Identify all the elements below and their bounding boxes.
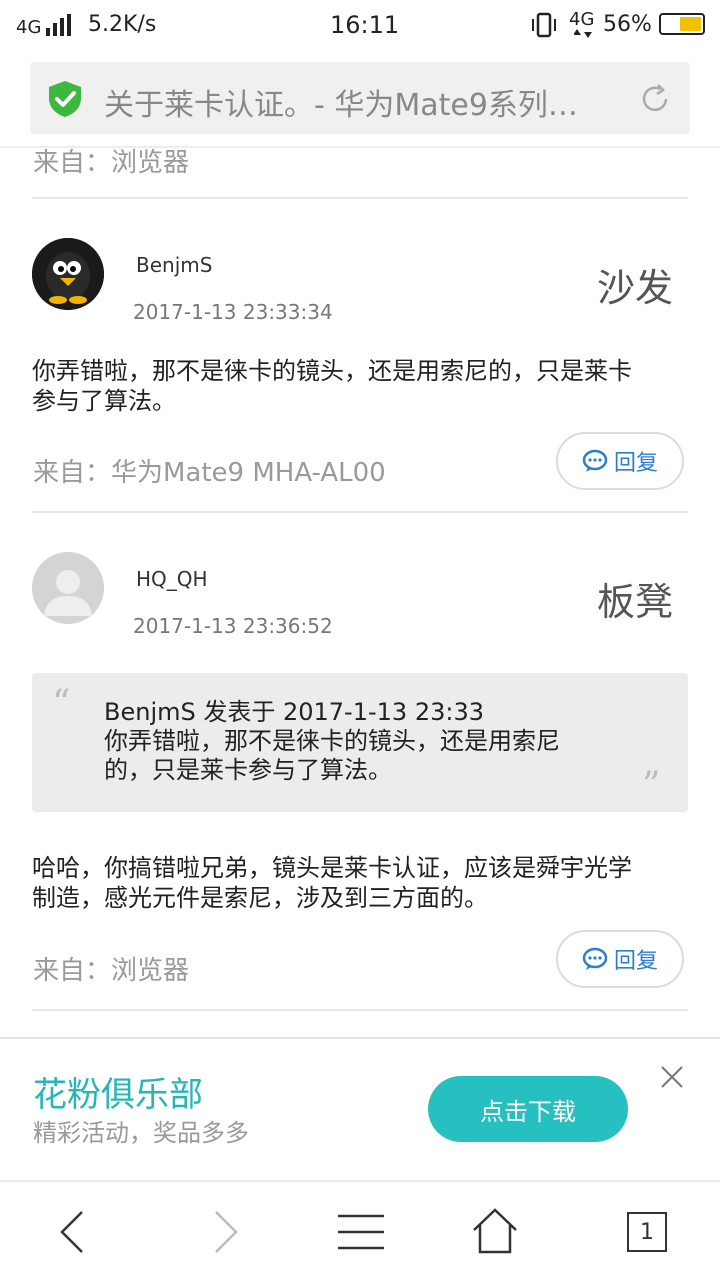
floor-label: 沙发 — [597, 266, 674, 310]
avatar[interactable] — [32, 552, 104, 624]
quote-line: 你弄错啦，那不是徕卡的镜头，还是用索尼 — [104, 727, 560, 755]
data-arrows-icon — [574, 29, 592, 38]
menu-icon[interactable] — [338, 1212, 384, 1252]
divider — [32, 1009, 688, 1011]
download-button[interactable]: 点击下载 — [428, 1076, 628, 1142]
quote-line: 的，只是莱卡参与了算法。 — [104, 756, 392, 784]
reply-button[interactable]: 回复 — [556, 432, 684, 490]
post-source: 来自：华为Mate9 MHA-AL00 — [33, 458, 386, 488]
close-icon[interactable] — [660, 1065, 684, 1089]
username[interactable]: BenjmS — [136, 253, 212, 277]
browser-nav-bar: 1 — [0, 1180, 720, 1282]
default-user-avatar-icon — [32, 552, 104, 624]
banner-subtitle: 精彩活动，奖品多多 — [33, 1119, 249, 1147]
app-download-banner: 花粉俱乐部 精彩活动，奖品多多 点击下载 — [0, 1037, 720, 1181]
vibrate-icon — [532, 12, 556, 38]
divider — [32, 511, 688, 513]
post-time: 2017-1-13 23:36:52 — [133, 614, 333, 638]
tabs-button[interactable]: 1 — [627, 1212, 667, 1252]
security-shield-icon — [49, 81, 81, 117]
floor-label: 板凳 — [597, 580, 674, 624]
content-line: 参与了算法。 — [32, 387, 176, 415]
post-content: 你弄错啦，那不是徕卡的镜头，还是用索尼的，只是莱卡 参与了算法。 — [32, 356, 692, 416]
divider — [32, 197, 688, 199]
post-source: 来自：浏览器 — [33, 148, 190, 178]
quote-header: BenjmS 发表于 2017-1-13 23:33 — [104, 698, 484, 726]
comment-bubble-icon — [582, 449, 608, 472]
reply-label: 回复 — [613, 451, 658, 476]
home-icon[interactable] — [472, 1208, 518, 1254]
comment-bubble-icon — [582, 947, 608, 970]
close-quote-icon: ” — [642, 765, 661, 806]
reply-label: 回复 — [613, 949, 658, 974]
content-line: 你弄错啦，那不是徕卡的镜头，还是用索尼的，只是莱卡 — [32, 357, 632, 385]
avatar[interactable] — [32, 238, 104, 310]
post-time: 2017-1-13 23:33:34 — [133, 300, 333, 324]
open-quote-icon: “ — [52, 683, 71, 724]
refresh-icon[interactable] — [638, 82, 672, 116]
page-title[interactable]: 关于莱卡认证。- 华为Mate9系列… — [104, 80, 578, 124]
post-content: 哈哈，你搞错啦兄弟，镜头是莱卡认证，应该是舜宇光学 制造，感光元件是索尼，涉及到… — [32, 853, 692, 913]
network-speed: 5.2K/s — [88, 12, 157, 37]
content-line: 哈哈，你搞错啦兄弟，镜头是莱卡认证，应该是舜宇光学 — [32, 854, 632, 882]
forward-icon[interactable] — [210, 1210, 240, 1254]
content-line: 制造，感光元件是索尼，涉及到三方面的。 — [32, 884, 488, 912]
battery-percent: 56% — [603, 12, 652, 37]
address-bar[interactable]: 关于莱卡认证。- 华为Mate9系列… — [30, 62, 690, 134]
signal-icon — [46, 14, 71, 36]
battery-icon — [659, 13, 705, 35]
reply-button[interactable]: 回复 — [556, 930, 684, 988]
username[interactable]: HQ_QH — [136, 567, 208, 591]
network-type-left: 4G — [16, 17, 42, 38]
quote-block: “ BenjmS 发表于 2017-1-13 23:33 你弄错啦，那不是徕卡的… — [32, 673, 688, 812]
penguin-avatar-icon — [32, 238, 104, 310]
banner-title: 花粉俱乐部 — [33, 1075, 203, 1115]
back-icon[interactable] — [58, 1210, 88, 1254]
network-type-right: 4G — [569, 9, 595, 30]
post-source: 来自：浏览器 — [33, 956, 190, 986]
clock: 16:11 — [330, 11, 400, 39]
quote-text: BenjmS 发表于 2017-1-13 23:33 你弄错啦，那不是徕卡的镜头… — [104, 698, 560, 785]
status-bar: 4G 5.2K/s 16:11 4G 56% — [0, 0, 720, 50]
